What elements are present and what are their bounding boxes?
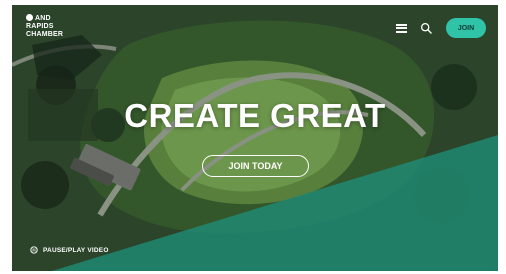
menu-icon-line: [396, 23, 407, 26]
top-nav: JOIN: [396, 18, 486, 38]
logo-mark-icon: [26, 14, 33, 21]
hero-section: AND RAPIDS CHAMBER JOIN CREATE GREAT JOI…: [12, 5, 498, 271]
hero-headline: CREATE GREAT: [124, 97, 386, 134]
join-button[interactable]: JOIN: [446, 18, 486, 38]
join-today-button[interactable]: JOIN TODAY: [202, 155, 309, 177]
search-icon[interactable]: [420, 22, 433, 35]
pause-play-icon: [30, 246, 38, 254]
pause-play-video-button[interactable]: PAUSE/PLAY VIDEO: [30, 246, 109, 254]
grand-rapids-chamber-logo[interactable]: AND RAPIDS CHAMBER: [26, 14, 86, 39]
menu-icon[interactable]: [396, 23, 407, 33]
pause-play-label: PAUSE/PLAY VIDEO: [43, 246, 109, 254]
logo-line-1: AND: [26, 14, 86, 23]
logo-line-3: CHAMBER: [26, 31, 64, 38]
menu-icon-line: [396, 30, 407, 33]
menu-icon-line: [396, 27, 407, 29]
logo-line-2: RAPIDS: [26, 23, 54, 30]
teal-diagonal-band: [52, 135, 498, 271]
